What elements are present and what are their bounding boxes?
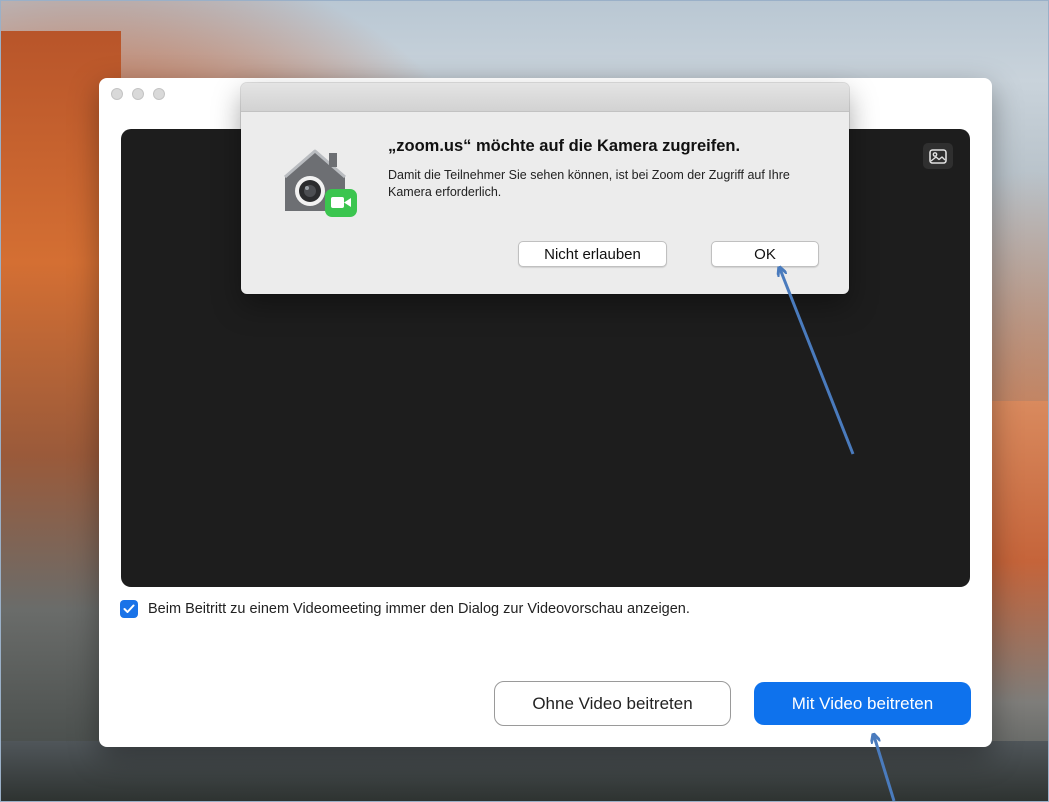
- deny-camera-button[interactable]: Nicht erlauben: [518, 241, 667, 267]
- join-without-video-button[interactable]: Ohne Video beitreten: [494, 681, 731, 726]
- desktop-screen: Beim Beitritt zu einem Videomeeting imme…: [0, 0, 1049, 802]
- dialog-title: „zoom.us“ möchte auf die Kamera zugreife…: [388, 137, 741, 155]
- allow-camera-ok-button[interactable]: OK: [711, 241, 819, 267]
- window-controls: [111, 88, 165, 100]
- security-camera-icon: [284, 149, 357, 217]
- zoom-window-button[interactable]: [153, 88, 165, 100]
- dialog-titlebar: [241, 83, 849, 112]
- wallpaper-trees: [1, 741, 1048, 801]
- close-window-button[interactable]: [111, 88, 123, 100]
- always-show-preview-checkbox[interactable]: [120, 600, 138, 618]
- join-with-video-button[interactable]: Mit Video beitreten: [754, 682, 971, 725]
- camera-permission-dialog: „zoom.us“ möchte auf die Kamera zugreife…: [241, 83, 849, 294]
- always-show-preview-option[interactable]: Beim Beitritt zu einem Videomeeting imme…: [120, 600, 690, 618]
- dialog-message: Damit die Teilnehmer Sie sehen können, i…: [388, 168, 790, 199]
- minimize-window-button[interactable]: [132, 88, 144, 100]
- always-show-preview-label: Beim Beitritt zu einem Videomeeting imme…: [148, 601, 690, 617]
- virtual-background-icon: [929, 148, 947, 164]
- checkmark-icon: [123, 604, 135, 613]
- virtual-background-button[interactable]: [923, 143, 953, 169]
